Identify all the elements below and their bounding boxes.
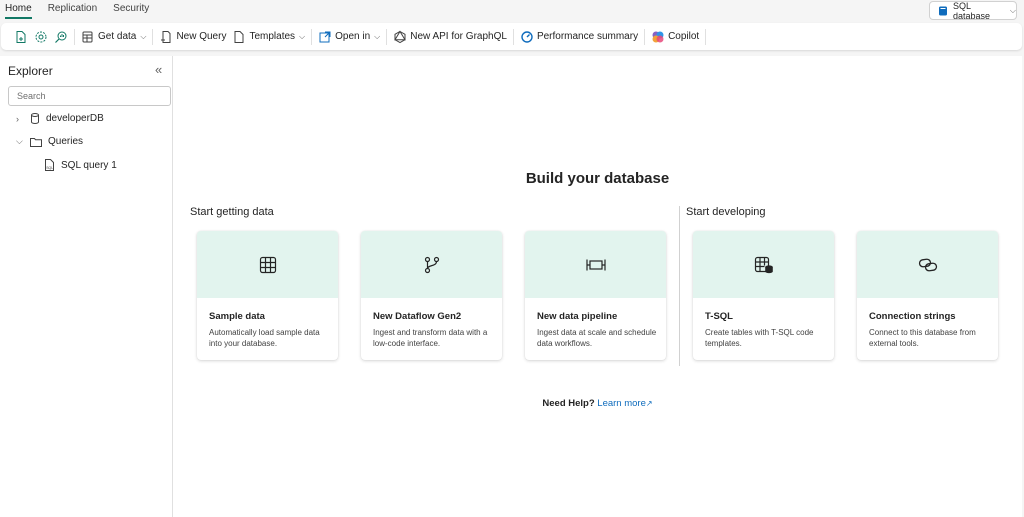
chevron-down-icon: ⌵ (140, 31, 147, 41)
ribbon-separator (311, 28, 313, 45)
db-switch-label: SQL database (953, 0, 991, 21)
open-external-icon: ↗ (645, 399, 653, 408)
section-divider (679, 206, 680, 366)
copilot-label: Copilot (668, 31, 700, 42)
card-description: Create tables with T-SQL code templates. (705, 328, 814, 348)
section-start-developing: Start developing (686, 206, 766, 218)
card-sample-data[interactable]: Sample data Automatically load sample da… (197, 231, 338, 360)
search-input[interactable] (8, 86, 171, 106)
tree-item-label: Queries (48, 136, 84, 147)
copilot-button[interactable]: Copilot (648, 27, 702, 47)
database-type-switcher[interactable]: SQL database ⌵ (929, 0, 1017, 21)
tree-item-sql-query-1[interactable]: SQL SQL query 1 (44, 159, 117, 171)
document-icon (232, 30, 246, 44)
collapse-pane-icon[interactable]: « (155, 62, 162, 77)
card-title: Connection strings (869, 311, 956, 322)
svg-text:SQL: SQL (46, 166, 53, 170)
card-header (361, 231, 502, 298)
explorer-title: Explorer (8, 64, 53, 78)
card-description: Ingest and transform data with a low-cod… (373, 328, 488, 348)
open-in-button[interactable]: Open in ⌵ (315, 27, 383, 47)
copilot-icon (651, 30, 665, 44)
folder-icon (30, 137, 42, 147)
ribbon-separator (74, 28, 75, 45)
templates-label: Templates (249, 31, 296, 42)
table-grid-icon (259, 256, 277, 274)
ribbon-toolbar: Get data ⌵ New Query Templates ⌵ Open in… (1, 23, 1022, 50)
chevron-down-icon: ⌵ (374, 31, 381, 41)
learn-more-label: Learn more (597, 398, 646, 409)
new-query-icon (159, 30, 173, 44)
performance-summary-label: Performance summary (536, 31, 639, 42)
top-tabs: Home Replication Security (5, 3, 149, 19)
tab-home[interactable]: Home (5, 3, 32, 19)
chevron-down-icon: ⌵ (1009, 5, 1016, 15)
ribbon-separator (705, 28, 707, 45)
tab-security[interactable]: Security (113, 3, 149, 19)
sql-file-icon: SQL (44, 159, 55, 171)
performance-summary-button[interactable]: Performance summary (517, 27, 641, 47)
ribbon-separator (386, 28, 388, 45)
new-graphql-label: New API for GraphQL (410, 31, 507, 42)
card-header (197, 231, 338, 298)
help-row: Need Help? Learn more↗ (173, 398, 1022, 409)
ribbon-separator (152, 28, 154, 45)
card-new-data-pipeline[interactable]: New data pipeline Ingest data at scale a… (525, 231, 666, 360)
chevron-down-icon: ⌵ (16, 136, 23, 146)
card-t-sql[interactable]: T-SQL Create tables with T-SQL code temp… (693, 231, 834, 360)
card-header (857, 231, 998, 298)
top-bar: Home Replication Security SQL database ⌵ (0, 0, 1024, 22)
card-header (693, 231, 834, 298)
database-icon (30, 113, 40, 124)
help-label: Need Help? (542, 398, 595, 409)
explorer-pane: Explorer « › developerDB ⌵ Queries SQL S… (0, 56, 173, 517)
database-table-icon (81, 30, 95, 44)
ribbon-separator (512, 28, 514, 45)
new-query-button[interactable]: New Query (156, 27, 229, 47)
tab-replication[interactable]: Replication (48, 3, 97, 19)
new-table-button[interactable] (11, 27, 31, 47)
page-title: Build your database (525, 170, 670, 187)
learn-more-link[interactable]: Learn more↗ (597, 398, 652, 409)
tree-item-developerdb[interactable]: › developerDB (16, 113, 104, 124)
ribbon-separator (644, 28, 646, 45)
link-chain-icon (918, 257, 938, 273)
card-description: Ingest data at scale and schedule data w… (537, 328, 657, 348)
card-description: Automatically load sample data into your… (209, 328, 320, 348)
open-in-label: Open in (335, 31, 371, 42)
new-query-label: New Query (176, 31, 227, 42)
gear-icon (34, 30, 48, 44)
card-title: T-SQL (705, 311, 733, 322)
section-start-getting-data: Start getting data (190, 206, 274, 218)
card-title: Sample data (209, 311, 265, 322)
dataflow-branch-icon (423, 256, 441, 274)
main-canvas: Build your database Start getting data S… (173, 56, 1022, 517)
gauge-icon (520, 30, 534, 44)
tsql-table-icon (754, 256, 774, 274)
card-title: New data pipeline (537, 311, 618, 322)
get-data-button[interactable]: Get data ⌵ (78, 27, 149, 47)
card-description: Connect to this database from external t… (869, 328, 976, 348)
pipeline-icon (585, 258, 606, 272)
chevron-right-icon: › (16, 113, 19, 124)
query-insights-button[interactable] (51, 27, 71, 47)
tree-item-label: developerDB (46, 113, 104, 124)
card-header (525, 231, 666, 298)
card-title: New Dataflow Gen2 (373, 311, 462, 322)
templates-button[interactable]: Templates ⌵ (229, 27, 308, 47)
card-new-dataflow-gen2[interactable]: New Dataflow Gen2 Ingest and transform d… (361, 231, 502, 360)
open-external-icon (318, 30, 332, 44)
new-graphql-api-button[interactable]: New API for GraphQL (390, 27, 510, 47)
search-chart-icon (54, 30, 68, 44)
sql-database-icon (938, 6, 948, 16)
graphql-icon (393, 30, 407, 44)
get-data-label: Get data (98, 31, 137, 42)
new-table-icon (14, 30, 28, 44)
tree-item-queries[interactable]: ⌵ Queries (16, 136, 83, 147)
tree-item-label: SQL query 1 (61, 159, 117, 171)
chevron-down-icon: ⌵ (299, 31, 306, 41)
card-connection-strings[interactable]: Connection strings Connect to this datab… (857, 231, 998, 360)
settings-button[interactable] (31, 27, 51, 47)
